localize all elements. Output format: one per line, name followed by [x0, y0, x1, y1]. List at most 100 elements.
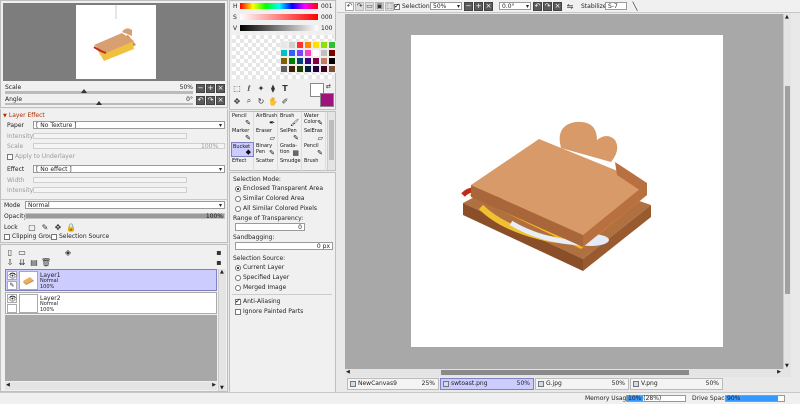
- tool-airbrush[interactable]: AirBrush ✒: [255, 112, 278, 127]
- tool-seleras[interactable]: SelEras ▱: [303, 127, 326, 142]
- zoom-reset-button[interactable]: ×: [216, 84, 225, 93]
- tool-grada-tion[interactable]: Grada-tion ▦: [279, 142, 302, 157]
- scroll-right-icon[interactable]: ▶: [777, 369, 781, 375]
- color-swatch[interactable]: [280, 49, 288, 57]
- tool-water-color[interactable]: Water Color ✎: [303, 112, 326, 127]
- tool-smudge[interactable]: Smudge: [279, 157, 302, 172]
- document-tab[interactable]: NewCanvas9 25%: [347, 378, 439, 390]
- hand-icon[interactable]: ✋: [268, 96, 278, 106]
- canvas-vscrollbar[interactable]: ▲ ▼: [783, 14, 791, 369]
- tool-bucket[interactable]: Bucket ◆: [231, 142, 254, 157]
- effect-width-slider[interactable]: [33, 177, 187, 183]
- source-specified-layer[interactable]: Specified Layer: [235, 274, 289, 281]
- magic-wand-icon[interactable]: ✦: [256, 83, 266, 93]
- rotate-icon[interactable]: ↻: [256, 96, 266, 106]
- zoom-icon[interactable]: ⌕: [244, 96, 254, 106]
- panel-options-icon[interactable]: ▪: [214, 257, 224, 267]
- new-layer-icon[interactable]: ▯: [5, 247, 15, 257]
- stabilizer-select[interactable]: S-7: [605, 2, 627, 10]
- rotate-left-button[interactable]: ↶: [533, 2, 542, 11]
- rotate-reset-button[interactable]: ×: [216, 96, 225, 105]
- paper-scale-slider[interactable]: [33, 143, 225, 149]
- color-swatch[interactable]: [328, 41, 336, 49]
- canvas-sheet[interactable]: [411, 35, 723, 347]
- value-slider[interactable]: [240, 25, 318, 31]
- eye-icon[interactable]: 👁: [7, 294, 17, 303]
- scroll-up-icon[interactable]: ▲: [785, 14, 789, 20]
- color-swatch[interactable]: [320, 65, 328, 73]
- zoom-fit-button[interactable]: ×: [484, 2, 493, 11]
- layer-effect-header[interactable]: ▼ Layer Effect: [3, 112, 45, 119]
- picker-icon[interactable]: ✐: [280, 96, 290, 106]
- tool-pencil[interactable]: Pencil ✎: [231, 112, 254, 127]
- effect-select[interactable]: [ No effect ] ▾: [33, 165, 225, 173]
- source-current-layer[interactable]: Current Layer: [235, 264, 284, 271]
- tool-marker[interactable]: Marker ✎: [231, 127, 254, 142]
- source-merged-image[interactable]: Merged Image: [235, 284, 286, 291]
- scroll-thumb[interactable]: [329, 120, 334, 160]
- color-swatch[interactable]: [280, 41, 288, 49]
- rotate-left-button[interactable]: ↶: [196, 96, 205, 105]
- layer-row-2[interactable]: 👁 Layer2 Normal 100%: [5, 292, 217, 314]
- rotate-right-button[interactable]: ↷: [543, 2, 552, 11]
- color-swatch[interactable]: [312, 65, 320, 73]
- navigator-preview[interactable]: [3, 3, 225, 81]
- ignore-painted-checkbox[interactable]: Ignore Painted Parts: [235, 308, 303, 315]
- layers-scrollbar[interactable]: ▲ ▼: [218, 269, 226, 391]
- vscroll-thumb[interactable]: [785, 86, 790, 294]
- color-swatch[interactable]: [296, 65, 304, 73]
- paint-target-box[interactable]: [7, 304, 17, 313]
- color-swatch[interactable]: [304, 49, 312, 57]
- bucket-icon[interactable]: ◈: [63, 247, 73, 257]
- delete-layer-icon[interactable]: 🗑: [41, 257, 51, 267]
- lock-transparency-icon[interactable]: ▢: [27, 222, 37, 232]
- color-swatch[interactable]: [312, 57, 320, 65]
- layer-row-1[interactable]: 👁 ✎ Layer1 Normal 100%: [5, 269, 217, 291]
- tool-scrollbar[interactable]: [327, 112, 335, 170]
- color-swatch[interactable]: [280, 65, 288, 73]
- document-tab[interactable]: G.jpg 50%: [535, 378, 629, 390]
- move-icon[interactable]: ✥: [232, 96, 242, 106]
- redo-icon[interactable]: ↷: [355, 2, 364, 11]
- anti-aliasing-checkbox[interactable]: Anti-Aliasing: [235, 297, 280, 305]
- paper-intensity-slider[interactable]: [33, 133, 187, 139]
- mode-option-all[interactable]: All Similar Colored Pixels: [235, 205, 317, 212]
- rotate-right-button[interactable]: ↷: [206, 96, 215, 105]
- scale-slider[interactable]: [5, 91, 193, 94]
- color-swatch[interactable]: [280, 57, 288, 65]
- canvas-hscrollbar[interactable]: ◀ ▶: [345, 369, 791, 377]
- color-swatch[interactable]: [304, 65, 312, 73]
- tool-effect[interactable]: Effect: [231, 157, 254, 172]
- clipping-group-checkbox[interactable]: Clipping Group: [4, 233, 57, 240]
- color-swatch[interactable]: [312, 49, 320, 57]
- panel-menu-icon[interactable]: ▪: [214, 247, 224, 257]
- mode-option-enclosed[interactable]: Enclosed Transparent Area: [235, 185, 323, 192]
- saturation-slider[interactable]: [240, 14, 318, 20]
- color-swatch[interactable]: [288, 41, 296, 49]
- lock-move-icon[interactable]: ✥: [53, 222, 63, 232]
- color-swatch[interactable]: [296, 41, 304, 49]
- apply-underlayer-checkbox[interactable]: Apply to Underlayer: [7, 153, 75, 160]
- mode-option-similar[interactable]: Similar Colored Area: [235, 195, 304, 202]
- scroll-left-icon[interactable]: ◀: [346, 369, 350, 375]
- color-swatch[interactable]: [296, 49, 304, 57]
- selection-toggle[interactable]: Selection: [394, 2, 430, 10]
- transfer-down-icon[interactable]: ⇩: [5, 257, 15, 267]
- tool-eraser[interactable]: Eraser ▱: [255, 127, 278, 142]
- new-folder-icon[interactable]: ▭: [17, 247, 27, 257]
- swatch-grid[interactable]: [280, 41, 336, 73]
- color-swatch[interactable]: [320, 41, 328, 49]
- zoom-select[interactable]: 50% ▾: [430, 2, 462, 10]
- paper-select[interactable]: [ No Texture ] ▾: [33, 121, 225, 129]
- opacity-slider[interactable]: 100%: [25, 213, 225, 220]
- swap-colors-icon[interactable]: ⇄: [326, 83, 331, 90]
- tool-scatter[interactable]: Scatter: [255, 157, 278, 172]
- zoom-in-button[interactable]: +: [206, 84, 215, 93]
- color-swatch[interactable]: [288, 49, 296, 57]
- sub-color-swatch[interactable]: [320, 93, 334, 107]
- clear-layer-icon[interactable]: ▤: [29, 257, 39, 267]
- color-swatch[interactable]: [296, 57, 304, 65]
- merge-down-icon[interactable]: ⇊: [17, 257, 27, 267]
- lock-paint-icon[interactable]: ✎: [40, 222, 50, 232]
- color-swatch[interactable]: [320, 57, 328, 65]
